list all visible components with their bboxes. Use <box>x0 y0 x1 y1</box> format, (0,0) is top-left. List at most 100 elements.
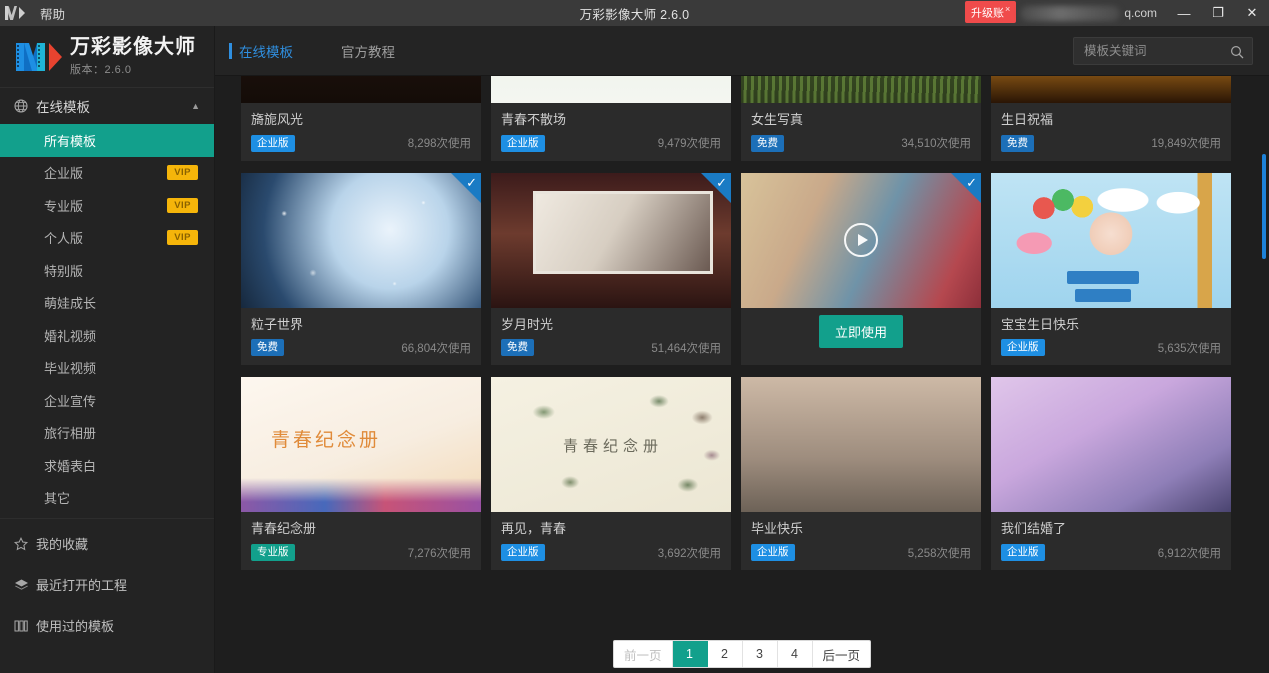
brand-text: 万彩影像大师 版本：2.6.0 <box>70 36 196 77</box>
sidebar-group-online-templates[interactable]: 在线模板 ▲ <box>0 88 214 124</box>
sidebar-item-label: 求婚表白 <box>44 458 97 474</box>
template-card[interactable]: ✓ 岁月时光 免费 51,464次使用 <box>491 172 731 366</box>
restore-button[interactable]: ❐ <box>1201 0 1235 26</box>
pagination-page-2[interactable]: 2 <box>708 641 743 667</box>
template-meta-row: 免费 34,510次使用 <box>751 134 971 152</box>
tab-online-templates-label: 在线模板 <box>239 44 293 60</box>
sidebar-item-label: 毕业视频 <box>44 361 97 377</box>
play-triangle-icon <box>857 234 868 247</box>
check-icon: ✓ <box>466 174 477 190</box>
template-icon <box>14 619 36 633</box>
play-overlay[interactable] <box>741 173 981 308</box>
tab-official-tutorial[interactable]: 官方教程 <box>331 26 395 76</box>
tab-online-templates[interactable]: 在线模板 <box>229 26 293 76</box>
application-window: 帮助 万彩影像大师 2.6.0 升级账× q.com — ❐ ✕ 万彩影像大师 … <box>0 0 1269 673</box>
template-title: 青春不散场 <box>501 112 567 127</box>
template-usage-count: 3,692次使用 <box>657 547 721 560</box>
template-meta: 青春不散场 企业版 9,479次使用 <box>491 103 731 161</box>
sidebar-item-7[interactable]: 毕业视频 <box>0 352 214 385</box>
template-card[interactable]: ✓ 立即使用 <box>741 172 981 366</box>
thumbnail-image <box>741 377 981 513</box>
account-email[interactable]: q.com <box>1018 5 1167 21</box>
template-card[interactable]: 我们结婚了 企业版 6,912次使用 <box>991 377 1231 571</box>
template-thumbnail[interactable]: ✓ <box>491 172 731 308</box>
pagination-page-1[interactable]: 1 <box>672 641 708 667</box>
template-thumbnail[interactable] <box>991 76 1231 103</box>
template-card[interactable]: 宝宝生日快乐 企业版 5,635次使用 <box>991 172 1231 366</box>
minimize-button[interactable]: — <box>1167 0 1201 26</box>
sidebar-item-3[interactable]: 个人版 VIP <box>0 222 214 255</box>
template-card[interactable]: 旖旎风光 企业版 8,298次使用 <box>241 76 481 161</box>
sidebar-item-label: 专业版 <box>44 198 84 214</box>
template-thumbnail[interactable] <box>741 377 981 513</box>
template-grid: 旖旎风光 企业版 8,298次使用 青春不散场 企业版 9,479次使用 女生写真 免费 34,… <box>215 76 1269 571</box>
template-meta-row: 企业版 6,912次使用 <box>1001 544 1221 562</box>
template-badge: 企业版 <box>501 134 545 152</box>
template-card[interactable]: 生日祝福 免费 19,849次使用 <box>991 76 1231 161</box>
use-now-button[interactable]: 立即使用 <box>818 314 903 348</box>
template-thumbnail[interactable] <box>491 76 731 103</box>
sidebar-nav-list: 所有模板 企业版 VIP 专业版 VIP 个人版 VIP 特别版 萌娃成长 婚礼视频毕业视频企业宣… <box>0 124 214 514</box>
search-input[interactable] <box>1073 36 1253 65</box>
sidebar-footer-item-1[interactable]: 最近打开的工程 <box>0 564 214 605</box>
thumbnail-overlay-text: 青春纪念册 <box>271 430 382 452</box>
sidebar-footer-list: 我的收藏 最近打开的工程 使用过的模板 <box>0 523 214 646</box>
search-icon[interactable] <box>1227 42 1247 62</box>
template-card[interactable]: 青春纪念册再见，青春企业版 3,692次使用 <box>491 377 731 571</box>
upgrade-close-icon[interactable]: × <box>1005 4 1010 14</box>
sidebar-item-label: 其它 <box>44 491 71 507</box>
star-icon <box>14 536 36 551</box>
sidebar-footer-item-2[interactable]: 使用过的模板 <box>0 605 214 646</box>
sidebar-footer-item-0[interactable]: 我的收藏 <box>0 523 214 564</box>
template-meta: 青春纪念册 专业版 7,276次使用 <box>241 512 481 570</box>
thumbnail-decoration <box>241 478 481 513</box>
sidebar-item-8[interactable]: 企业宣传 <box>0 384 214 417</box>
upgrade-account-badge[interactable]: 升级账× <box>965 0 1017 24</box>
template-meta: 我们结婚了 企业版 6,912次使用 <box>991 512 1231 570</box>
pagination-next[interactable]: 后一页 <box>813 641 871 667</box>
template-badge: 免费 <box>1001 134 1034 152</box>
globe-icon <box>14 99 28 113</box>
sidebar-item-9[interactable]: 旅行相册 <box>0 417 214 450</box>
selected-check-ribbon: ✓ <box>701 172 731 203</box>
vertical-scrollbar[interactable] <box>1261 76 1267 673</box>
template-meta: 岁月时光 免费 51,464次使用 <box>491 308 731 366</box>
template-card[interactable]: 青春不散场 企业版 9,479次使用 <box>491 76 731 161</box>
template-thumbnail[interactable] <box>241 76 481 103</box>
template-thumbnail[interactable]: 青春纪念册 <box>241 377 481 513</box>
thumbnail-image <box>991 377 1231 513</box>
sidebar-item-5[interactable]: 萌娃成长 <box>0 287 214 320</box>
sidebar-item-0[interactable]: 所有模板 <box>0 124 214 157</box>
sidebar-item-6[interactable]: 婚礼视频 <box>0 319 214 352</box>
template-thumbnail[interactable] <box>991 172 1231 308</box>
chevron-up-icon[interactable]: ▲ <box>191 101 200 111</box>
template-card[interactable]: 毕业快乐 企业版 5,258次使用 <box>741 377 981 571</box>
sidebar-item-1[interactable]: 企业版 VIP <box>0 157 214 190</box>
close-button[interactable]: ✕ <box>1235 0 1269 26</box>
scrollbar-thumb[interactable] <box>1262 154 1266 259</box>
template-card[interactable]: 女生写真 免费 34,510次使用 <box>741 76 981 161</box>
sidebar-item-2[interactable]: 专业版 VIP <box>0 189 214 222</box>
pagination-page-4[interactable]: 4 <box>778 641 813 667</box>
template-card[interactable]: ✓ 粒子世界 免费 66,804次使用 <box>241 172 481 366</box>
sidebar-item-4[interactable]: 特别版 <box>0 254 214 287</box>
template-thumbnail[interactable]: 青春纪念册 <box>491 377 731 513</box>
sidebar-item-11[interactable]: 其它 <box>0 482 214 515</box>
template-meta-row: 企业版 5,635次使用 <box>1001 339 1221 357</box>
sidebar-item-label: 旅行相册 <box>44 426 97 442</box>
template-badge: 免费 <box>751 134 784 152</box>
play-icon[interactable] <box>844 223 878 258</box>
sidebar-item-10[interactable]: 求婚表白 <box>0 449 214 482</box>
thumbnail-image <box>991 76 1231 103</box>
template-meta-row: 免费 19,849次使用 <box>1001 134 1221 152</box>
template-thumbnail[interactable]: ✓ <box>241 172 481 308</box>
pagination-page-3[interactable]: 3 <box>743 641 778 667</box>
template-thumbnail[interactable] <box>741 76 981 103</box>
menu-help[interactable]: 帮助 <box>30 4 75 23</box>
template-thumbnail[interactable] <box>991 377 1231 513</box>
template-card[interactable]: 青春纪念册青春纪念册 专业版 7,276次使用 <box>241 377 481 571</box>
pagination-prev[interactable]: 前一页 <box>614 641 673 667</box>
template-thumbnail[interactable]: ✓ <box>741 172 981 308</box>
template-usage-count: 51,464次使用 <box>651 342 721 355</box>
brand-version: 版本：2.6.0 <box>70 64 132 76</box>
